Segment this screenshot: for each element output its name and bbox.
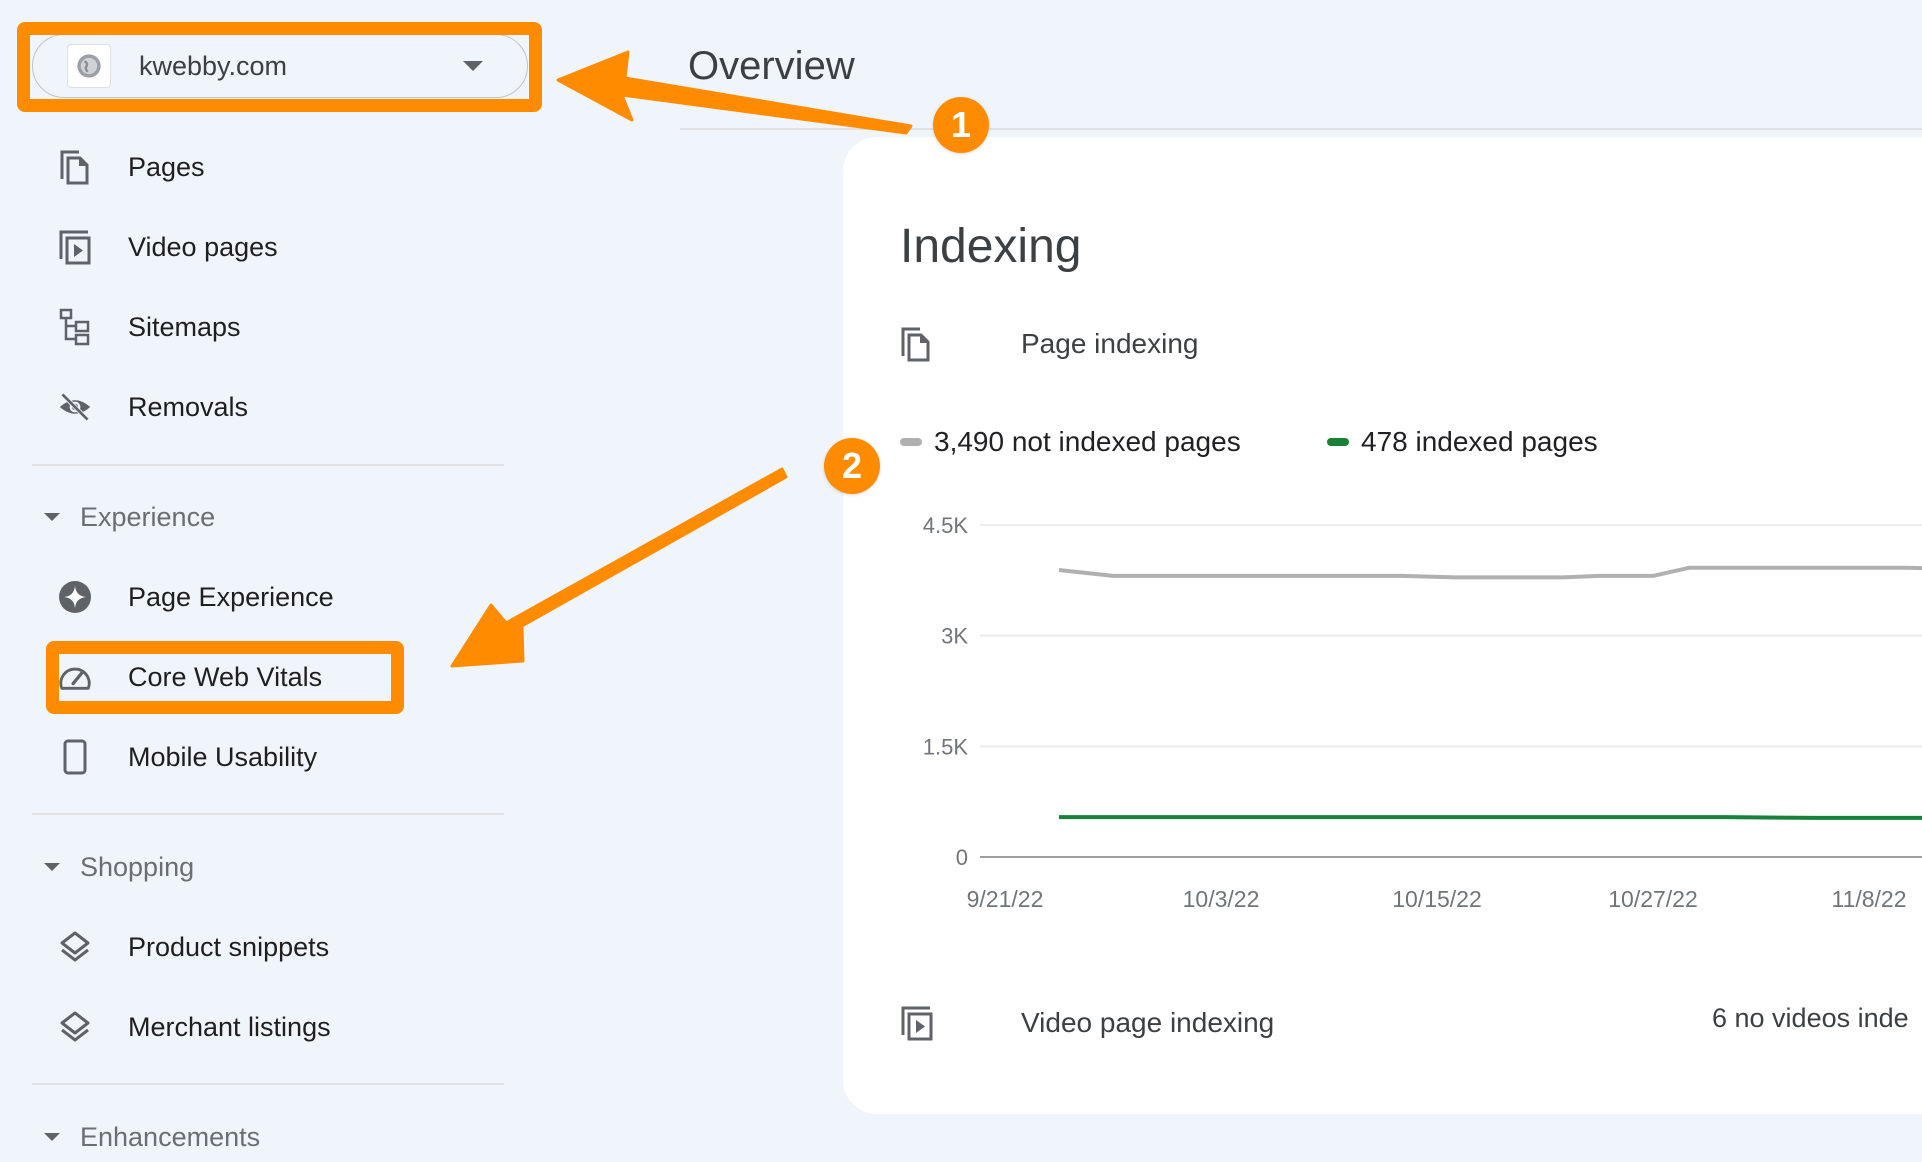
- y-tick-label: 3K: [941, 624, 968, 649]
- y-tick-label: 0: [956, 845, 968, 870]
- x-tick-label: 10/15/22: [1392, 886, 1482, 912]
- x-tick-label: 10/27/22: [1608, 886, 1698, 912]
- x-tick-label: 10/3/22: [1183, 886, 1260, 912]
- x-tick-label: 11/8/22: [1831, 886, 1906, 912]
- series-line-not-indexed: [1058, 565, 1922, 580]
- series-line-indexed: [1059, 815, 1922, 820]
- page-indexing-chart: 0 1.5K 3K 4.5K 9/21/22 10/3/22 10/15/22 10/27/…: [923, 513, 1922, 912]
- y-tick-label: 4.5K: [923, 513, 969, 538]
- x-tick-label: 9/21/22: [967, 886, 1044, 912]
- y-tick-label: 1.5K: [923, 734, 969, 759]
